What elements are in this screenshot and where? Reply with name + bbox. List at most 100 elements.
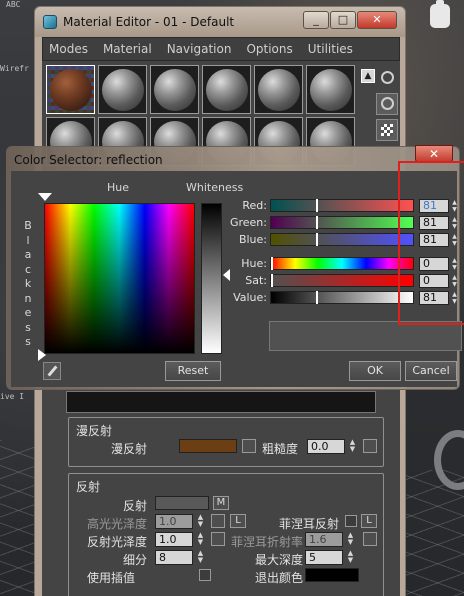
menu-utilities[interactable]: Utilities — [308, 42, 353, 56]
sample-slot-2[interactable] — [98, 65, 147, 114]
scroll-up-button[interactable]: ▲ — [361, 69, 375, 83]
blue-spinner[interactable]: ▲ ▼ — [451, 233, 458, 247]
red-slider[interactable] — [270, 199, 414, 212]
material-editor-menubar: Modes Material Navigation Options Utilit… — [42, 37, 400, 61]
blue-slider[interactable] — [270, 233, 414, 246]
sample-type-button[interactable] — [376, 67, 398, 89]
sample-slot-1[interactable] — [46, 65, 95, 114]
highlight-gloss-map-button[interactable] — [211, 514, 225, 528]
reflect-color-swatch[interactable] — [155, 496, 209, 510]
sample-slot-5[interactable] — [254, 65, 303, 114]
sample-sphere — [154, 69, 196, 111]
max-depth-field[interactable]: 5 — [305, 550, 343, 565]
fresnel-lock-button[interactable]: L — [361, 514, 377, 528]
blue-label: Blue: — [238, 233, 267, 246]
green-spinner[interactable]: ▲ ▼ — [451, 216, 458, 230]
refl-gloss-field[interactable]: 1.0 — [155, 532, 193, 547]
sample-slot-3[interactable] — [150, 65, 199, 114]
whiteness-marker[interactable] — [223, 269, 230, 281]
color-selector-title: Color Selector: reflection — [14, 153, 163, 167]
close-button[interactable]: ✕ — [357, 11, 397, 29]
hue-field[interactable]: 0 — [419, 257, 449, 271]
sat-field[interactable]: 0 — [419, 274, 449, 288]
green-label: Green: — [229, 216, 267, 229]
hue-slider-handle[interactable] — [271, 257, 273, 270]
material-editor-titlebar[interactable]: Material Editor - 01 - Default _ □ ✕ — [35, 7, 405, 37]
menu-options[interactable]: Options — [246, 42, 292, 56]
roughness-map-button[interactable] — [363, 439, 377, 453]
fresnel-checkbox[interactable] — [345, 515, 357, 527]
sat-slider[interactable] — [270, 274, 414, 287]
sample-slot-4[interactable] — [202, 65, 251, 114]
diffuse-color-swatch[interactable] — [179, 439, 237, 453]
fresnel-ior-map-button[interactable] — [363, 532, 377, 546]
value-field[interactable]: 81 — [419, 291, 449, 305]
sample-slot-6[interactable] — [306, 65, 355, 114]
roughness-spinner[interactable]: ▲ ▼ — [348, 439, 357, 454]
highlight-lock-button[interactable]: L — [230, 514, 246, 528]
background-button[interactable] — [376, 119, 398, 141]
sample-sphere — [102, 69, 144, 111]
subdivs-field[interactable]: 8 — [155, 550, 193, 565]
use-interp-label: 使用插值 — [87, 571, 136, 585]
diffuse-group: 漫反射 漫反射 粗糙度 0.0 ▲ ▼ — [68, 417, 384, 467]
value-slider-handle[interactable] — [316, 291, 318, 304]
menu-modes[interactable]: Modes — [49, 42, 88, 56]
color-selector-close-button[interactable]: ✕ — [415, 145, 453, 163]
refl-gloss-map-button[interactable] — [211, 532, 225, 546]
app-icon — [43, 15, 57, 29]
highlight-gloss-spinner[interactable]: ▲ ▼ — [196, 514, 205, 529]
viewport-label-bottom: ive I — [0, 392, 25, 401]
minimize-button[interactable]: _ — [303, 11, 329, 29]
diffuse-map-button[interactable] — [242, 439, 256, 453]
diffuse-label: 漫反射 — [111, 442, 148, 456]
cancel-button[interactable]: Cancel — [405, 361, 457, 381]
sat-slider-handle[interactable] — [271, 274, 273, 287]
backlight-button[interactable] — [376, 93, 398, 115]
hue-spinner[interactable]: ▲ ▼ — [451, 257, 458, 271]
fresnel-label: 菲涅耳反射 — [279, 517, 340, 531]
sample-sphere — [258, 69, 300, 111]
fresnel-ior-field[interactable]: 1.6 — [305, 532, 343, 547]
value-spinner[interactable]: ▲ ▼ — [451, 291, 458, 305]
ok-button[interactable]: OK — [349, 361, 401, 381]
green-field[interactable]: 81 — [419, 216, 449, 230]
use-interp-checkbox[interactable] — [199, 569, 211, 581]
roughness-field[interactable]: 0.0 — [307, 439, 345, 454]
eyedropper-icon[interactable] — [43, 362, 61, 380]
exit-color-swatch[interactable] — [305, 568, 359, 582]
menu-material[interactable]: Material — [103, 42, 152, 56]
menu-navigation[interactable]: Navigation — [167, 42, 232, 56]
green-slider[interactable] — [270, 216, 414, 229]
current-color-swatch — [269, 321, 462, 351]
blue-slider-handle[interactable] — [316, 233, 318, 246]
green-slider-handle[interactable] — [316, 216, 318, 229]
exit-color-label: 退出颜色 — [255, 571, 304, 585]
highlight-gloss-field[interactable]: 1.0 — [155, 514, 193, 529]
fresnel-ior-label: 菲涅耳折射率 — [231, 535, 304, 549]
hue-marker[interactable] — [38, 193, 52, 201]
sample-sphere — [50, 69, 92, 111]
red-spinner[interactable]: ▲ ▼ — [451, 199, 458, 213]
red-field[interactable]: 81 — [419, 199, 449, 213]
highlight-gloss-label: 高光光泽度 — [87, 517, 148, 531]
sat-spinner[interactable]: ▲ ▼ — [451, 274, 458, 288]
usb-icon — [430, 0, 450, 28]
value-slider[interactable] — [270, 291, 414, 304]
blackness-marker[interactable] — [38, 349, 46, 361]
blackness-label: Blackness — [24, 219, 32, 348]
fresnel-ior-spinner[interactable]: ▲ ▼ — [346, 532, 355, 547]
red-slider-handle[interactable] — [316, 199, 318, 212]
subdivs-spinner[interactable]: ▲ ▼ — [196, 550, 205, 565]
max-depth-spinner[interactable]: ▲ ▼ — [346, 550, 355, 565]
hue-blackness-picker[interactable] — [44, 203, 195, 354]
restore-button[interactable]: □ — [330, 11, 356, 29]
red-label: Red: — [242, 199, 267, 212]
hue-slider[interactable] — [270, 257, 414, 270]
whiteness-slider[interactable] — [201, 203, 222, 354]
diffuse-group-title: 漫反射 — [76, 424, 113, 438]
refl-gloss-spinner[interactable]: ▲ ▼ — [196, 532, 205, 547]
reset-button[interactable]: Reset — [165, 361, 221, 381]
blue-field[interactable]: 81 — [419, 233, 449, 247]
reflect-map-button[interactable]: M — [213, 496, 229, 510]
